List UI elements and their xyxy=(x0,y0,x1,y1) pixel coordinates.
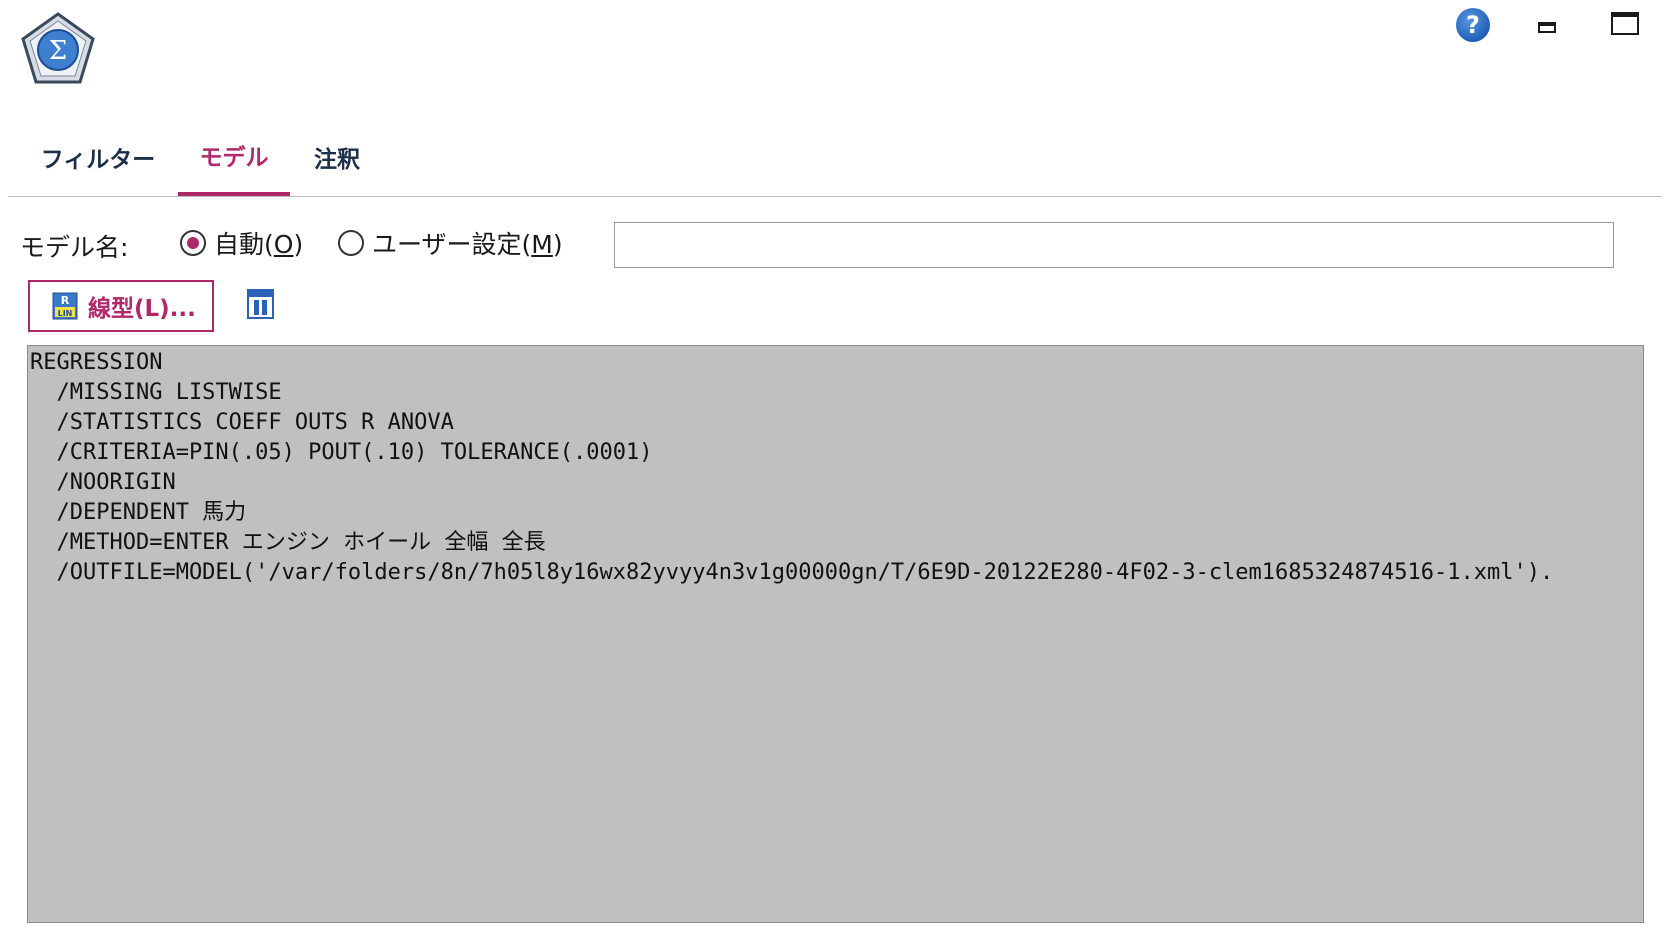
syntax-line: /MISSING LISTWISE xyxy=(30,380,282,405)
syntax-line: /NOORIGIN xyxy=(30,470,176,495)
syntax-preview[interactable]: REGRESSION /MISSING LISTWISE /STATISTICS… xyxy=(27,345,1644,923)
model-name-label: モデル名: xyxy=(20,233,129,262)
help-icon[interactable]: ? xyxy=(1456,8,1490,42)
sigma-glyph: Σ xyxy=(49,36,67,66)
syntax-line: /METHOD=ENTER エンジン ホイール 全幅 全長 xyxy=(30,530,546,555)
tab-annotation[interactable]: 注釈 xyxy=(303,130,371,196)
linear-button-label: 線型(L)... xyxy=(88,296,196,322)
maximize-icon[interactable] xyxy=(1611,12,1639,35)
syntax-line: /CRITERIA=PIN(.05) POUT(.10) TOLERANCE(.… xyxy=(30,440,653,465)
svg-text:R: R xyxy=(61,294,70,307)
svg-text:LIN: LIN xyxy=(58,309,73,318)
syntax-line: /OUTFILE=MODEL('/var/folders/8n/7h05l8y1… xyxy=(30,560,1554,585)
syntax-code: REGRESSION /MISSING LISTWISE /STATISTICS… xyxy=(28,346,1643,588)
model-name-row: モデル名: 自動(O) ユーザー設定(M) xyxy=(20,222,1660,268)
minimize-icon[interactable] xyxy=(1538,22,1556,33)
sigma-pentagon-icon: Σ xyxy=(21,12,95,84)
radio-auto-indicator[interactable] xyxy=(180,230,206,256)
model-name-input[interactable] xyxy=(614,222,1614,268)
syntax-line: /DEPENDENT 馬力 xyxy=(30,500,247,525)
radio-custom[interactable]: ユーザー設定(M) xyxy=(338,226,563,260)
radio-custom-label: ユーザー設定(M) xyxy=(372,230,563,259)
syntax-line: /STATISTICS COEFF OUTS R ANOVA xyxy=(30,410,454,435)
radio-custom-indicator[interactable] xyxy=(338,230,364,256)
radio-auto-label: 自動(O) xyxy=(214,230,304,259)
tab-model[interactable]: モデル xyxy=(178,130,290,196)
tab-filter[interactable]: フィルター xyxy=(32,130,164,196)
tab-bar: フィルター モデル 注釈 xyxy=(8,130,1662,197)
regression-linear-icon: R LIN xyxy=(52,292,78,320)
syntax-line: REGRESSION xyxy=(30,350,163,375)
radio-auto[interactable]: 自動(O) xyxy=(180,226,303,260)
table-view-icon[interactable] xyxy=(247,289,274,319)
linear-button[interactable]: R LIN 線型(L)... xyxy=(28,280,214,332)
